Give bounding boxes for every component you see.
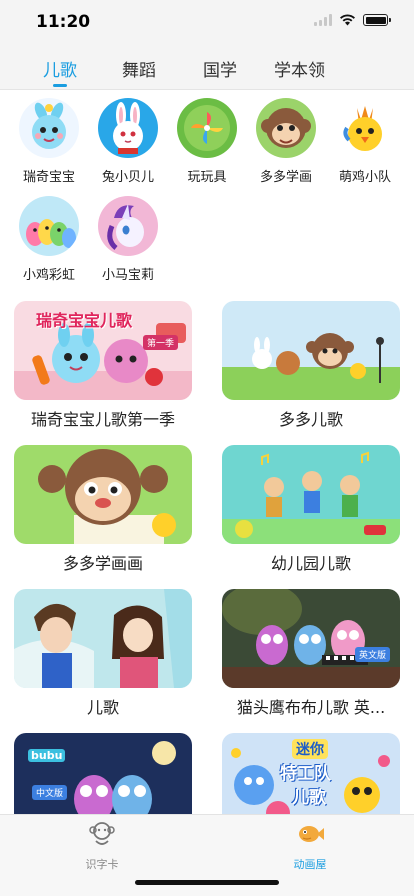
category-item-rainbow-chicks[interactable]: 小鸡彩虹 <box>12 196 86 283</box>
category-label: 萌鸡小队 <box>338 170 391 185</box>
category-item-cute-chicks[interactable]: 萌鸡小队 <box>328 98 402 185</box>
monkey-outline-icon <box>89 822 115 845</box>
home-indicator <box>135 880 279 885</box>
video-thumbnail <box>14 589 192 688</box>
chick-icon <box>335 98 395 158</box>
baby-riki-icon <box>19 98 79 158</box>
video-card[interactable]: 英文版 猫头鹰布布儿歌 英... <box>222 589 400 718</box>
category-item-duoduo-draw[interactable]: 多多学画 <box>249 98 323 185</box>
category-item-toys[interactable]: 玩玩具 <box>170 98 244 185</box>
video-card-title: 多多学画画 <box>62 554 143 573</box>
category-item-rabbit[interactable]: 兔小贝儿 <box>91 98 165 185</box>
category-label: 小马宝莉 <box>101 268 154 283</box>
cellular-signal-icon <box>314 14 332 26</box>
bottom-nav-label: 动画屋 <box>293 858 327 871</box>
rainbow-chicks-icon <box>19 196 79 256</box>
tab-classics[interactable]: 国学 <box>203 56 237 81</box>
video-card-title: 猫头鹰布布儿歌 英... <box>236 698 386 717</box>
category-label: 多多学画 <box>259 170 312 185</box>
rabbit-icon <box>98 98 158 158</box>
status-icons <box>314 14 391 26</box>
bottom-nav-item-flashcards[interactable]: 识字卡 <box>62 819 142 872</box>
video-thumbnail: 英文版 <box>222 589 400 688</box>
video-card[interactable]: 多多学画画 <box>14 445 192 574</box>
wifi-icon <box>340 14 355 26</box>
video-thumbnail <box>14 445 192 544</box>
bottom-nav-item-cartoons[interactable]: 动画屋 <box>270 819 350 872</box>
video-card[interactable]: 瑞奇宝宝儿歌 第一季 瑞奇宝宝儿歌第一季 <box>14 301 192 430</box>
bottom-nav-label: 识字卡 <box>85 858 119 871</box>
video-card-title: 多多儿歌 <box>278 410 343 429</box>
status-bar: 11:20 <box>0 0 414 44</box>
video-card[interactable]: 幼儿园儿歌 <box>222 445 400 574</box>
tab-dance[interactable]: 舞蹈 <box>122 56 156 81</box>
category-tabs: 儿歌 舞蹈 国学 学本领 <box>0 44 414 90</box>
category-item-pony[interactable]: 小马宝莉 <box>91 196 165 283</box>
english-version-badge: 英文版 <box>354 647 390 662</box>
tab-skills[interactable]: 学本领 <box>274 56 325 81</box>
video-card[interactable]: 儿歌 <box>14 589 192 718</box>
thumbnail-title-text: 迷你 <box>292 739 328 759</box>
toy-pinwheel-icon <box>177 98 237 158</box>
battery-icon <box>363 14 391 26</box>
pony-icon <box>98 196 158 256</box>
active-tab-indicator <box>53 84 67 87</box>
category-label: 小鸡彩虹 <box>22 268 75 283</box>
season-badge: 第一季 <box>142 335 178 350</box>
thumbnail-title-text: 瑞奇宝宝儿歌 <box>36 311 133 330</box>
bubu-brand-badge: bubu <box>28 749 66 762</box>
video-thumbnail <box>222 445 400 544</box>
video-thumbnail <box>222 301 400 400</box>
monkey-icon <box>256 98 316 158</box>
category-label: 瑞奇宝宝 <box>22 170 75 185</box>
category-label: 兔小贝儿 <box>101 170 154 185</box>
video-card-title: 幼儿园儿歌 <box>270 554 351 573</box>
category-item-riki[interactable]: 瑞奇宝宝 <box>12 98 86 185</box>
video-thumbnail: 瑞奇宝宝儿歌 第一季 <box>14 301 192 400</box>
thumbnail-title-text: 特工队 <box>280 764 331 784</box>
chinese-version-badge: 中文版 <box>32 785 68 800</box>
status-time: 11:20 <box>36 12 91 32</box>
video-card[interactable]: 多多儿歌 <box>222 301 400 430</box>
category-label: 玩玩具 <box>187 170 227 185</box>
video-card-title: 瑞奇宝宝儿歌第一季 <box>30 410 175 429</box>
video-card-title: 儿歌 <box>86 698 119 717</box>
tab-songs[interactable]: 儿歌 <box>43 56 77 81</box>
fish-icon <box>299 826 324 842</box>
thumbnail-title-text: 儿歌 <box>292 788 326 808</box>
